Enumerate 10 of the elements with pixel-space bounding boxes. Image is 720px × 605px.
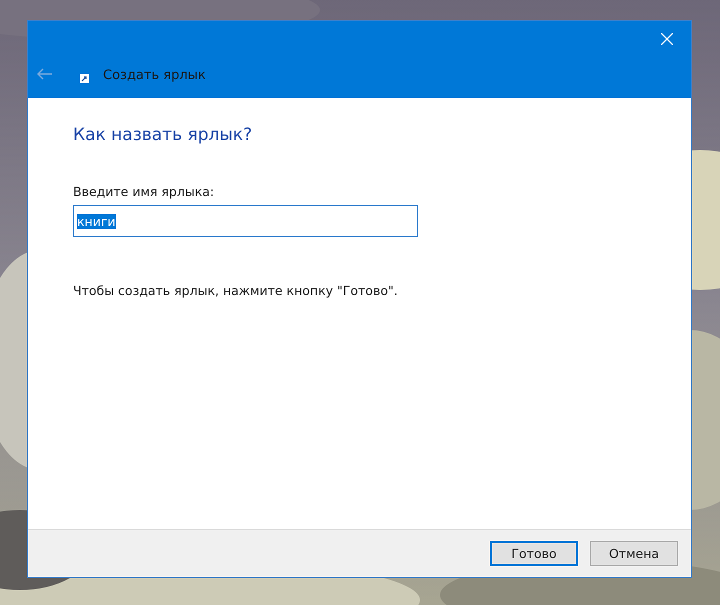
cancel-button[interactable]: Отмена (590, 541, 678, 566)
close-icon (661, 33, 673, 45)
input-field[interactable]: книги (73, 205, 418, 237)
shortcut-icon (80, 74, 89, 82)
field-label: Введите имя ярлыка: (73, 184, 216, 199)
finish-button[interactable]: Готово (490, 541, 578, 566)
dialog-heading: Как назвать ярлык? (73, 125, 254, 145)
window-title: Создать ярлык (103, 68, 206, 82)
instruction-text: Чтобы создать ярлык, нажмите кнопку "Готово". (73, 283, 399, 298)
back-arrow-icon (37, 68, 53, 80)
